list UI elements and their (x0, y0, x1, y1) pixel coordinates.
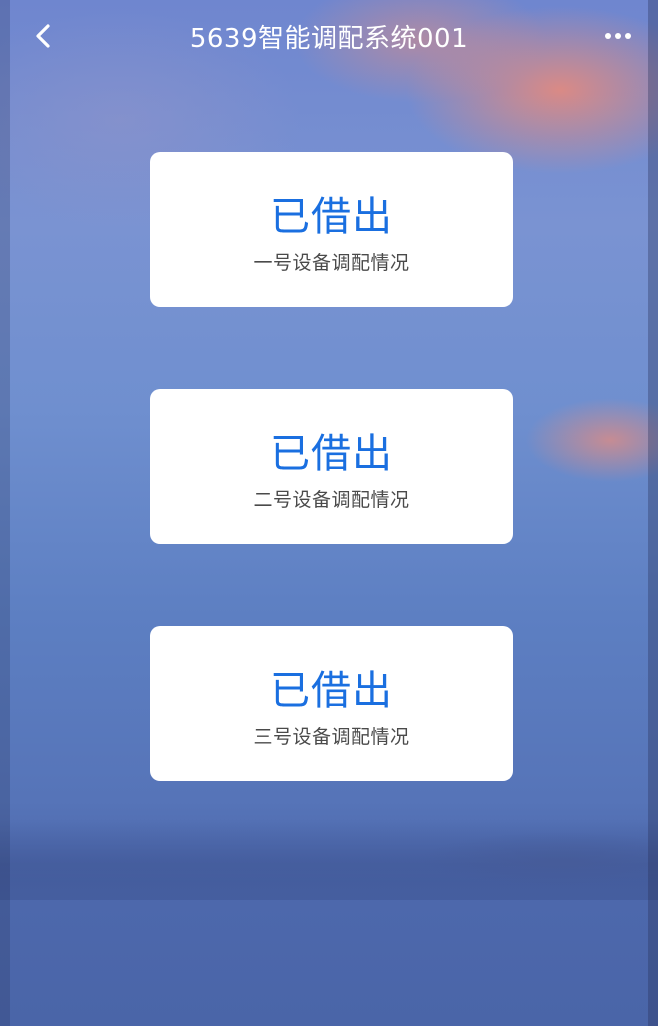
more-horizontal-icon (603, 33, 633, 39)
background-edge-left (0, 0, 10, 1026)
background-water (0, 900, 658, 1026)
page-title: 5639智能调配系统001 (189, 24, 469, 54)
device-status: 已借出 (270, 431, 393, 477)
device-card-2[interactable]: 已借出 二号设备调配情况 (150, 389, 513, 544)
device-card-1[interactable]: 已借出 一号设备调配情况 (150, 152, 513, 307)
background-edge-right (648, 0, 658, 1026)
device-card-3[interactable]: 已借出 三号设备调配情况 (150, 626, 513, 781)
device-status: 已借出 (270, 668, 393, 714)
top-bar: 5639智能调配系统001 (0, 0, 658, 74)
device-status: 已借出 (270, 194, 393, 240)
more-button[interactable] (598, 22, 638, 50)
device-description: 一号设备调配情况 (253, 252, 410, 274)
device-description: 三号设备调配情况 (253, 726, 410, 748)
app-screen: 5639智能调配系统001 已借出 一号设备调配情况 已借出 二号设备调配情况 … (0, 0, 658, 1026)
device-description: 二号设备调配情况 (253, 489, 410, 511)
